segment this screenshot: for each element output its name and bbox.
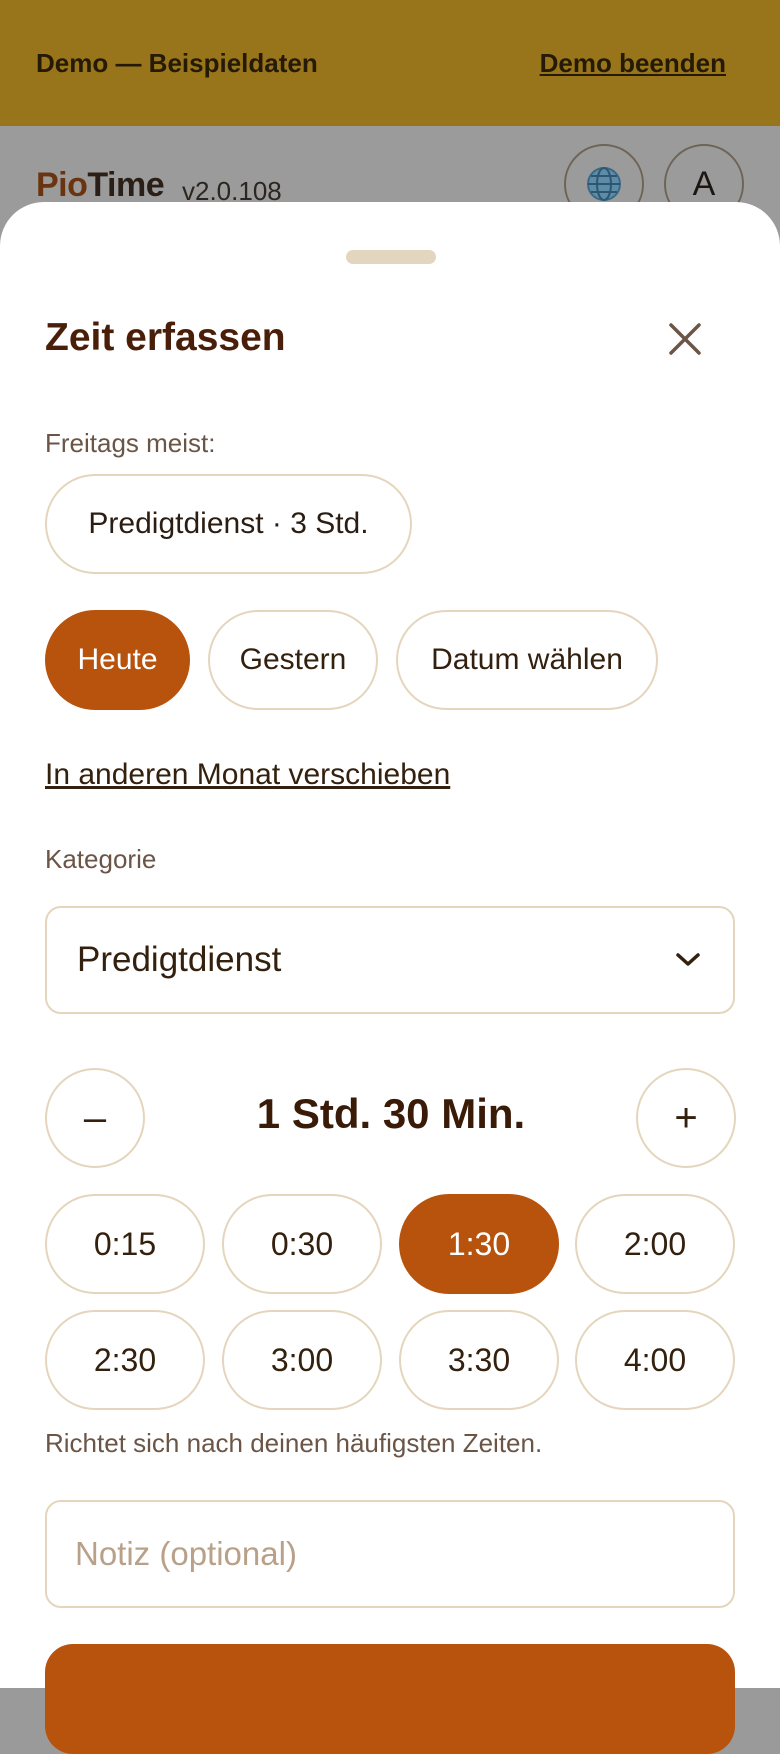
duration-chip-3-00[interactable]: 3:00	[222, 1310, 382, 1410]
time-entry-sheet: Zeit erfassen Freitags meist: Predigtdie…	[0, 202, 780, 1754]
duration-value: 1 Std. 30 Min.	[256, 1090, 526, 1137]
duration-chip-0-15[interactable]: 0:15	[45, 1194, 205, 1294]
sheet-drag-handle[interactable]	[346, 250, 436, 264]
duration-chip-4-00[interactable]: 4:00	[575, 1310, 735, 1410]
day-chip-yesterday[interactable]: Gestern	[208, 610, 378, 710]
save-button[interactable]	[45, 1644, 735, 1754]
suggestion-chip[interactable]: Predigtdienst · 3 Std.	[45, 474, 412, 574]
increase-duration-button[interactable]: +	[636, 1068, 736, 1168]
duration-chip-2-00[interactable]: 2:00	[575, 1194, 735, 1294]
chevron-down-icon	[676, 953, 700, 966]
duration-hint: Richtet sich nach deinen häufigsten Zeit…	[45, 1428, 543, 1458]
category-label: Kategorie	[45, 844, 157, 874]
close-button[interactable]	[660, 314, 710, 364]
app-logo: PioTime	[36, 166, 165, 205]
duration-chip-1-30[interactable]: 1:30	[399, 1194, 559, 1294]
move-month-link[interactable]: In anderen Monat verschieben	[45, 758, 450, 792]
logo-part-pio: Pio	[36, 166, 88, 204]
duration-chip-2-30[interactable]: 2:30	[45, 1310, 205, 1410]
duration-chip-3-30[interactable]: 3:30	[399, 1310, 559, 1410]
decrease-duration-button[interactable]: –	[45, 1068, 145, 1168]
demo-banner-text: Demo — Beispieldaten	[36, 47, 318, 78]
suggestion-label: Freitags meist:	[45, 428, 216, 458]
duration-chip-0-30[interactable]: 0:30	[222, 1194, 382, 1294]
end-demo-link[interactable]: Demo beenden	[540, 48, 726, 79]
demo-banner: Demo — Beispieldaten Demo beenden	[0, 0, 780, 126]
day-chip-pick-date[interactable]: Datum wählen	[396, 610, 658, 710]
category-value: Predigtdienst	[77, 940, 282, 979]
day-chip-today[interactable]: Heute	[45, 610, 190, 710]
logo-part-time: Time	[87, 166, 165, 204]
close-icon	[669, 323, 701, 355]
category-select[interactable]: Predigtdienst	[45, 906, 735, 1014]
sheet-title: Zeit erfassen	[45, 316, 286, 359]
globe-icon	[587, 167, 621, 201]
note-input[interactable]	[45, 1500, 735, 1608]
